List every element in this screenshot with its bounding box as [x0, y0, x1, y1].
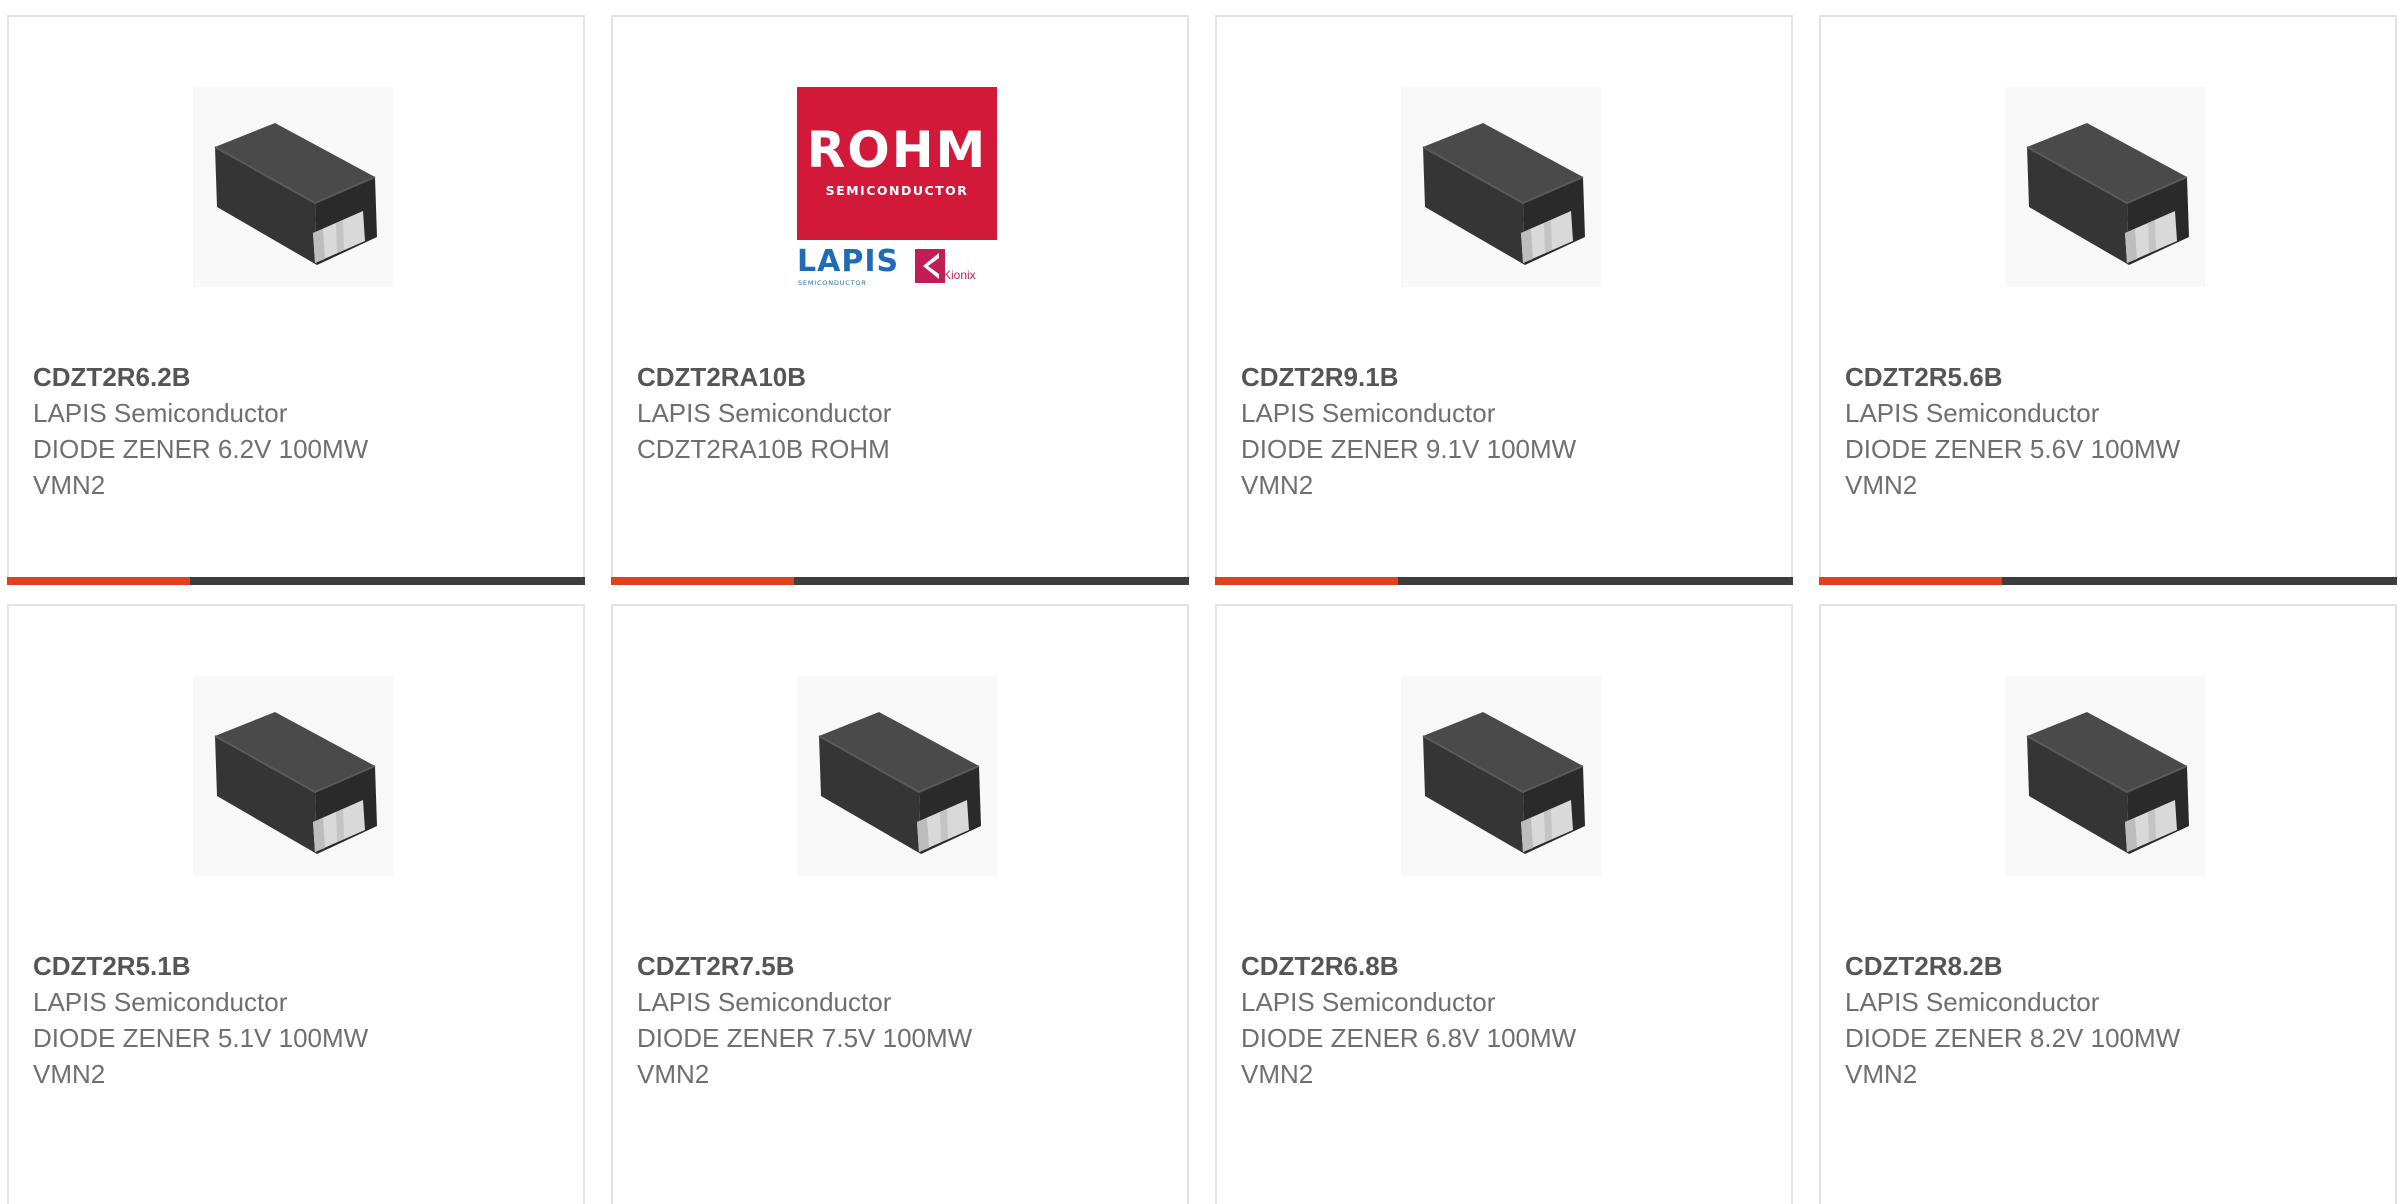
card-accent-bar — [611, 577, 794, 585]
package-type: VMN2 — [33, 1059, 106, 1089]
part-number[interactable]: CDZT2RA10B — [637, 359, 1167, 395]
part-number[interactable]: CDZT2R5.1B — [33, 948, 563, 984]
diode-package-icon — [1401, 676, 1601, 876]
manufacturer-name: LAPIS Semiconductor — [33, 987, 288, 1017]
product-description: DIODE ZENER 9.1V 100MW — [1241, 434, 1577, 464]
part-number[interactable]: CDZT2R5.6B — [1845, 359, 2375, 395]
product-card[interactable]: ROHM SEMICONDUCTOR LAPIS SEMICONDUCTOR K… — [611, 15, 1189, 585]
product-description: DIODE ZENER 5.6V 100MW — [1845, 434, 2181, 464]
part-number[interactable]: CDZT2R9.1B — [1241, 359, 1771, 395]
package-type: VMN2 — [1845, 470, 1918, 500]
product-description: DIODE ZENER 5.1V 100MW — [33, 1023, 369, 1053]
product-info: CDZT2R9.1B LAPIS Semiconductor DIODE ZEN… — [1241, 359, 1771, 503]
product-card[interactable]: CDZT2R7.5B LAPIS Semiconductor DIODE ZEN… — [611, 604, 1189, 1204]
manufacturer-name: LAPIS Semiconductor — [1845, 398, 2100, 428]
package-type: VMN2 — [1241, 470, 1314, 500]
product-description: DIODE ZENER 6.8V 100MW — [1241, 1023, 1577, 1053]
product-card[interactable]: CDZT2R6.8B LAPIS Semiconductor DIODE ZEN… — [1215, 604, 1793, 1204]
manufacturer-name: LAPIS Semiconductor — [1241, 398, 1496, 428]
product-card[interactable]: CDZT2R9.1B LAPIS Semiconductor DIODE ZEN… — [1215, 15, 1793, 585]
product-card[interactable]: CDZT2R8.2B LAPIS Semiconductor DIODE ZEN… — [1819, 604, 2397, 1204]
manufacturer-name: LAPIS Semiconductor — [637, 987, 892, 1017]
part-number[interactable]: CDZT2R7.5B — [637, 948, 1167, 984]
manufacturer-name: LAPIS Semiconductor — [637, 398, 892, 428]
lapis-logo: LAPIS — [797, 244, 900, 279]
card-accent-bar — [1215, 577, 1398, 585]
product-info: CDZT2R5.6B LAPIS Semiconductor DIODE ZEN… — [1845, 359, 2375, 503]
product-description: DIODE ZENER 8.2V 100MW — [1845, 1023, 2181, 1053]
card-bottom-bar — [1215, 577, 1793, 585]
manufacturer-name: LAPIS Semiconductor — [1241, 987, 1496, 1017]
product-card[interactable]: CDZT2R6.2B LAPIS Semiconductor DIODE ZEN… — [7, 15, 585, 585]
diode-package-icon — [193, 87, 393, 287]
part-number[interactable]: CDZT2R8.2B — [1845, 948, 2375, 984]
package-type: VMN2 — [1241, 1059, 1314, 1089]
manufacturer-logo: ROHM SEMICONDUCTOR LAPIS SEMICONDUCTOR K… — [797, 87, 997, 287]
diode-package-icon — [193, 676, 393, 876]
product-info: CDZT2R7.5B LAPIS Semiconductor DIODE ZEN… — [637, 948, 1167, 1092]
product-info: CDZT2R8.2B LAPIS Semiconductor DIODE ZEN… — [1845, 948, 2375, 1092]
diode-package-icon — [2005, 87, 2205, 287]
part-number[interactable]: CDZT2R6.2B — [33, 359, 563, 395]
manufacturer-name: LAPIS Semiconductor — [1845, 987, 2100, 1017]
product-info: CDZT2R5.1B LAPIS Semiconductor DIODE ZEN… — [33, 948, 563, 1092]
diode-package-icon — [2005, 676, 2205, 876]
product-description: DIODE ZENER 7.5V 100MW — [637, 1023, 973, 1053]
diode-package-icon — [1401, 87, 1601, 287]
kionix-logo — [915, 249, 945, 283]
product-info: CDZT2R6.2B LAPIS Semiconductor DIODE ZEN… — [33, 359, 563, 503]
product-card[interactable]: CDZT2R5.6B LAPIS Semiconductor DIODE ZEN… — [1819, 15, 2397, 585]
card-bottom-bar — [1819, 577, 2397, 585]
product-description: CDZT2RA10B ROHM — [637, 434, 890, 464]
card-bottom-bar — [611, 577, 1189, 585]
product-description: DIODE ZENER 6.2V 100MW — [33, 434, 369, 464]
package-type: VMN2 — [637, 1059, 710, 1089]
part-number[interactable]: CDZT2R6.8B — [1241, 948, 1771, 984]
manufacturer-name: LAPIS Semiconductor — [33, 398, 288, 428]
card-accent-bar — [1819, 577, 2002, 585]
product-info: CDZT2RA10B LAPIS Semiconductor CDZT2RA10… — [637, 359, 1167, 467]
diode-package-icon — [797, 676, 997, 876]
product-info: CDZT2R6.8B LAPIS Semiconductor DIODE ZEN… — [1241, 948, 1771, 1092]
package-type: VMN2 — [1845, 1059, 1918, 1089]
package-type: VMN2 — [33, 470, 106, 500]
product-card[interactable]: CDZT2R5.1B LAPIS Semiconductor DIODE ZEN… — [7, 604, 585, 1204]
rohm-logo: ROHM SEMICONDUCTOR — [797, 87, 997, 240]
card-accent-bar — [7, 577, 190, 585]
product-grid: CDZT2R6.2B LAPIS Semiconductor DIODE ZEN… — [0, 0, 2400, 1204]
card-bottom-bar — [7, 577, 585, 585]
